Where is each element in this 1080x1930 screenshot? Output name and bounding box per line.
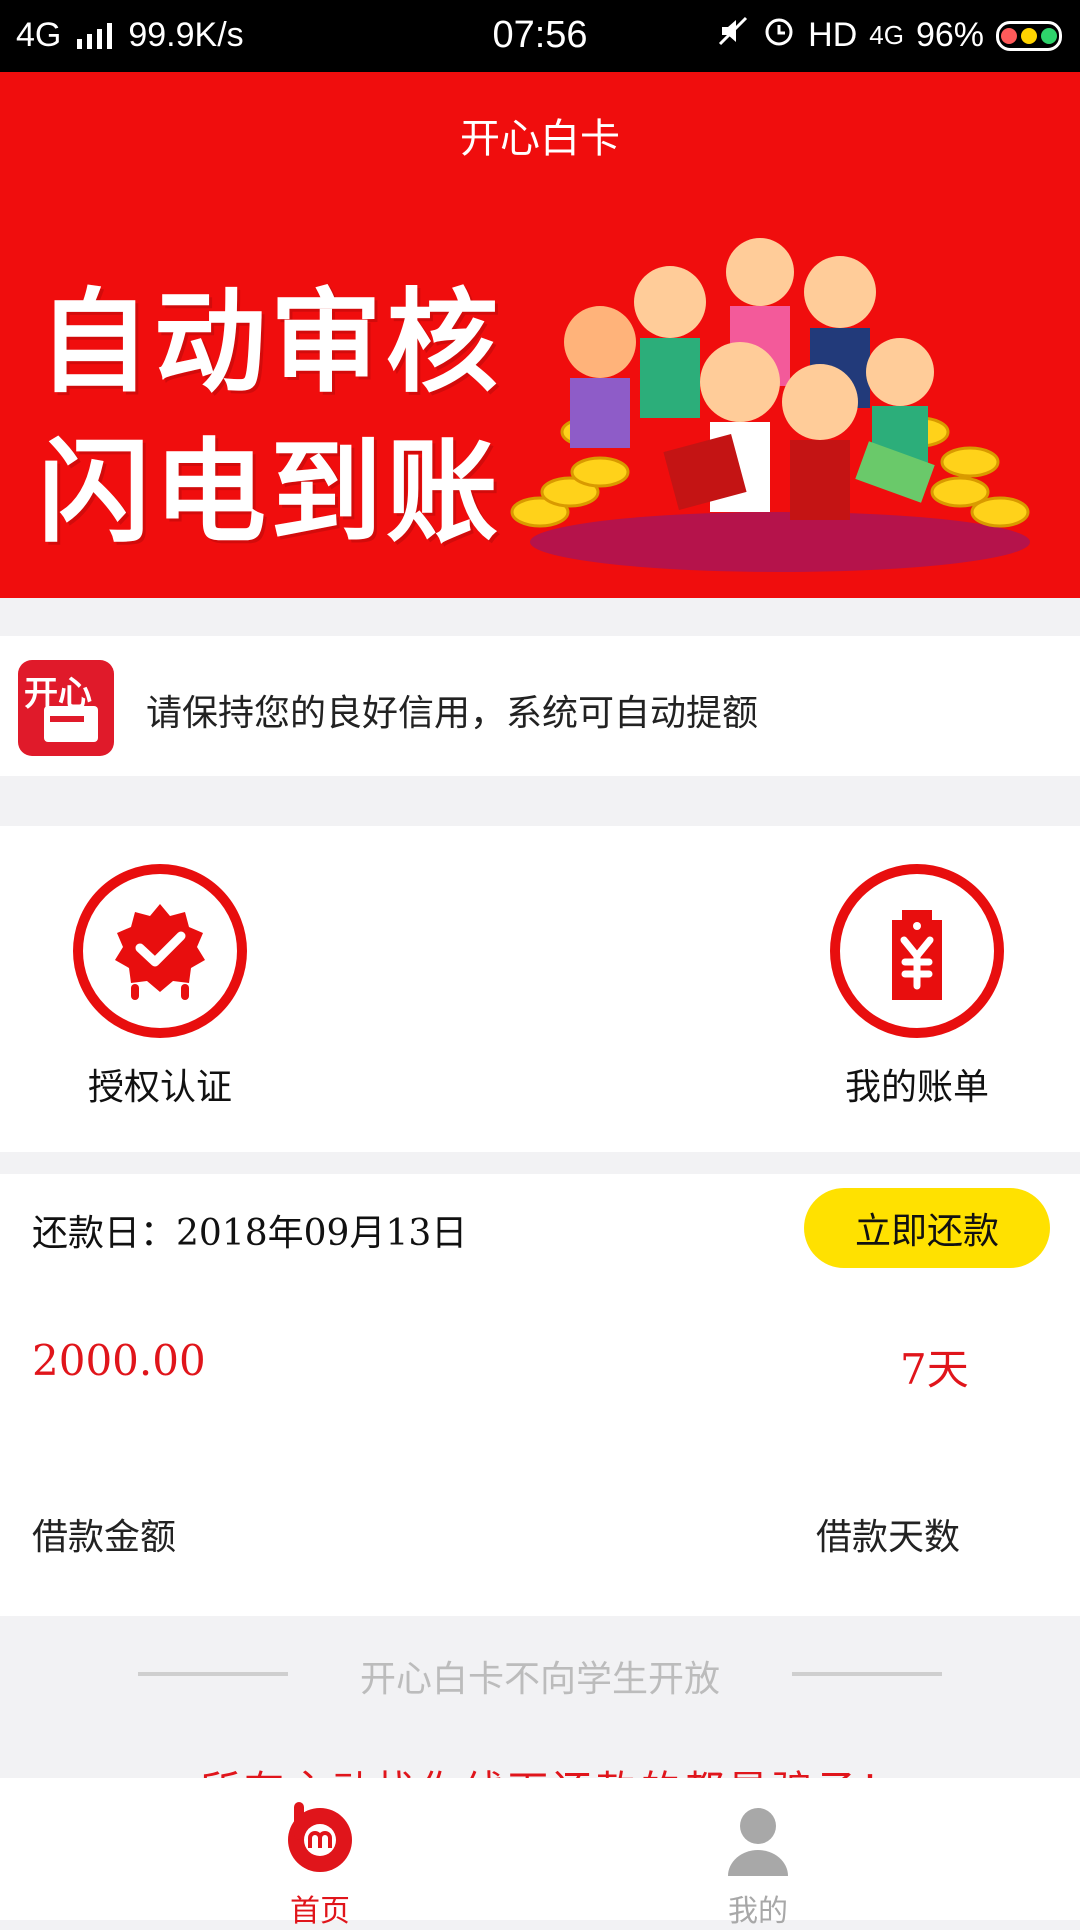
tab-me[interactable]: 我的 — [678, 1798, 838, 1930]
banner-illustration — [510, 238, 1030, 572]
due-date-label: 还款日： — [32, 1213, 177, 1254]
authorize-button[interactable]: 授权认证 — [50, 864, 270, 1110]
alarm-icon — [762, 14, 796, 57]
student-notice: 开心白卡不向学生开放 — [0, 1640, 1080, 1710]
page-title: 开心白卡 — [460, 116, 620, 162]
bottom-tab-bar: 首页 我的 — [0, 1778, 1080, 1929]
certified-badge-icon — [73, 864, 247, 1038]
hd-label: HD — [808, 16, 858, 54]
status-bar: 4G 99.9K/s 07:56 HD 4G 96% — [0, 0, 1080, 72]
divider-right — [792, 1672, 942, 1676]
app-logo-icon: 开心 — [18, 660, 114, 756]
action-shortcuts: 授权认证 我的账单 — [0, 826, 1080, 1152]
battery-percent: 96% — [915, 16, 984, 54]
due-date-value: 2018年09月13日 — [176, 1213, 468, 1254]
credit-notice: 开心 请保持您的良好信用，系统可自动提额 — [0, 636, 1080, 776]
loan-days-value: 7天 — [900, 1345, 969, 1394]
authorize-label: 授权认证 — [87, 1067, 232, 1108]
tab-home-label: 首页 — [290, 1894, 350, 1929]
user-icon — [728, 1808, 788, 1876]
student-notice-text: 开心白卡不向学生开放 — [359, 1659, 720, 1700]
my-bill-button[interactable]: 我的账单 — [807, 864, 1027, 1110]
slogan-line-1: 自动审核 — [38, 278, 502, 408]
loan-days-label: 借款天数 — [816, 1517, 961, 1558]
repay-now-button[interactable]: 立即还款 — [804, 1188, 1050, 1268]
tab-me-label: 我的 — [728, 1894, 788, 1929]
my-bill-label: 我的账单 — [844, 1067, 989, 1108]
loan-card: 还款日：2018年09月13日 立即还款 2000.00 7天 借款金额 借款天… — [0, 1174, 1080, 1616]
home-logo-icon — [288, 1802, 352, 1872]
header-banner: 开心白卡 自动审核 闪电到账 — [0, 72, 1080, 598]
bill-tag-icon — [830, 864, 1004, 1038]
notice-text: 请保持您的良好信用，系统可自动提额 — [146, 693, 759, 734]
mute-icon — [716, 14, 750, 57]
due-date-row: 还款日：2018年09月13日 — [32, 1204, 467, 1256]
network2-label: 4G — [869, 20, 904, 50]
status-right: HD 4G 96% — [716, 14, 1062, 57]
tab-home[interactable]: 首页 — [240, 1798, 400, 1930]
card-icon — [44, 706, 98, 742]
loan-amount-value: 2000.00 — [32, 1336, 206, 1385]
loan-amount-label: 借款金额 — [32, 1517, 177, 1558]
battery-icon — [996, 20, 1062, 51]
slogan-line-2: 闪电到账 — [38, 428, 502, 558]
